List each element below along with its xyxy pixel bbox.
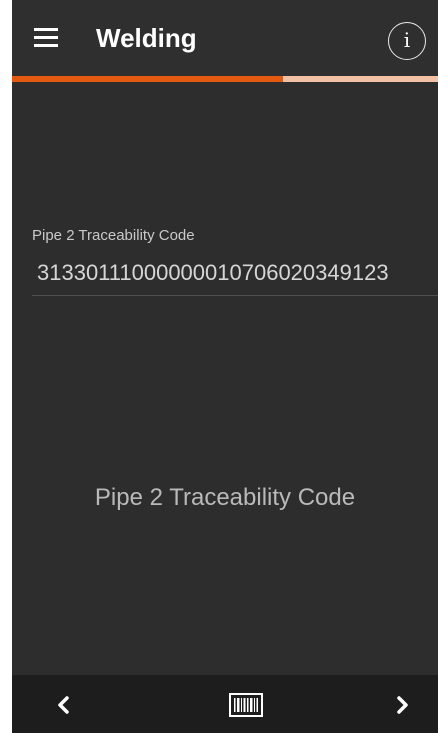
app-screen: Welding i Pipe 2 Traceability Code 31330… [12, 0, 438, 733]
traceability-code-label: Pipe 2 Traceability Code [32, 227, 195, 244]
info-icon[interactable]: i [388, 22, 426, 60]
barcode-icon[interactable] [224, 691, 268, 719]
bottom-navigation-bar [12, 675, 438, 733]
app-bar: Welding i [12, 0, 438, 76]
traceability-code-input[interactable]: 31330111000000010706020349123 [32, 256, 438, 296]
chevron-left-icon[interactable] [44, 685, 84, 725]
page-title: Welding [96, 23, 197, 53]
hamburger-menu-icon[interactable] [34, 28, 58, 48]
progress-bar [12, 76, 438, 82]
progress-fill [12, 76, 283, 82]
chevron-right-icon[interactable] [382, 685, 422, 725]
scan-prompt-text: Pipe 2 Traceability Code [94, 484, 356, 511]
